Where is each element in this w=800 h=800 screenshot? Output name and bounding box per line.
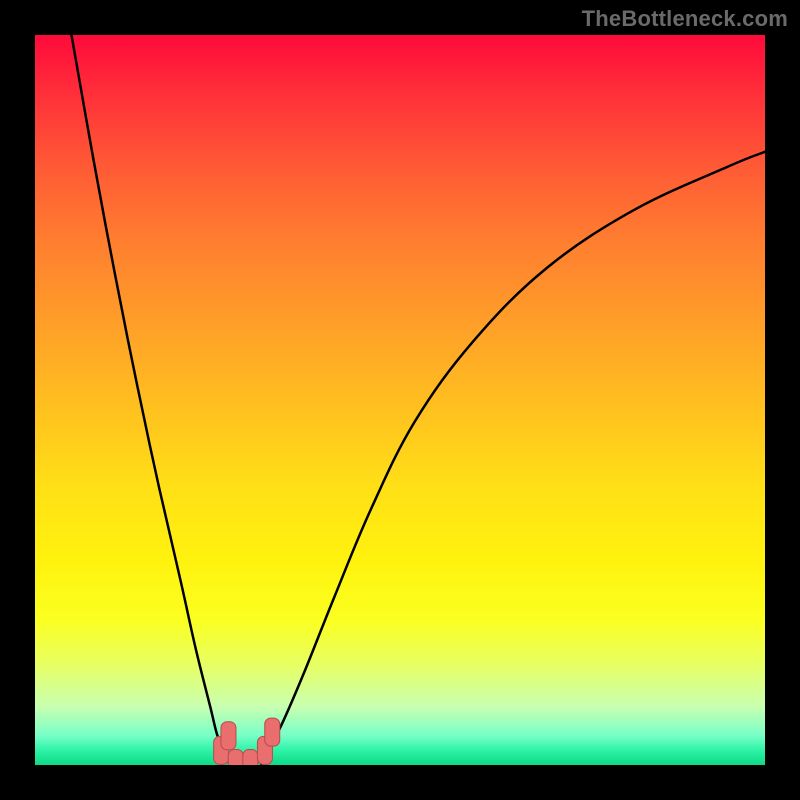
chart-svg [35,35,765,765]
marker-bottom-2 [243,750,258,765]
marker-right-upper [265,718,280,746]
marker-left-upper [221,722,236,750]
curve-right-branch [261,152,765,765]
curve-left-branch [72,35,233,765]
marker-bottom-1 [228,750,243,765]
chart-frame: TheBottleneck.com [0,0,800,800]
chart-plot-area [35,35,765,765]
watermark-text: TheBottleneck.com [582,6,788,32]
